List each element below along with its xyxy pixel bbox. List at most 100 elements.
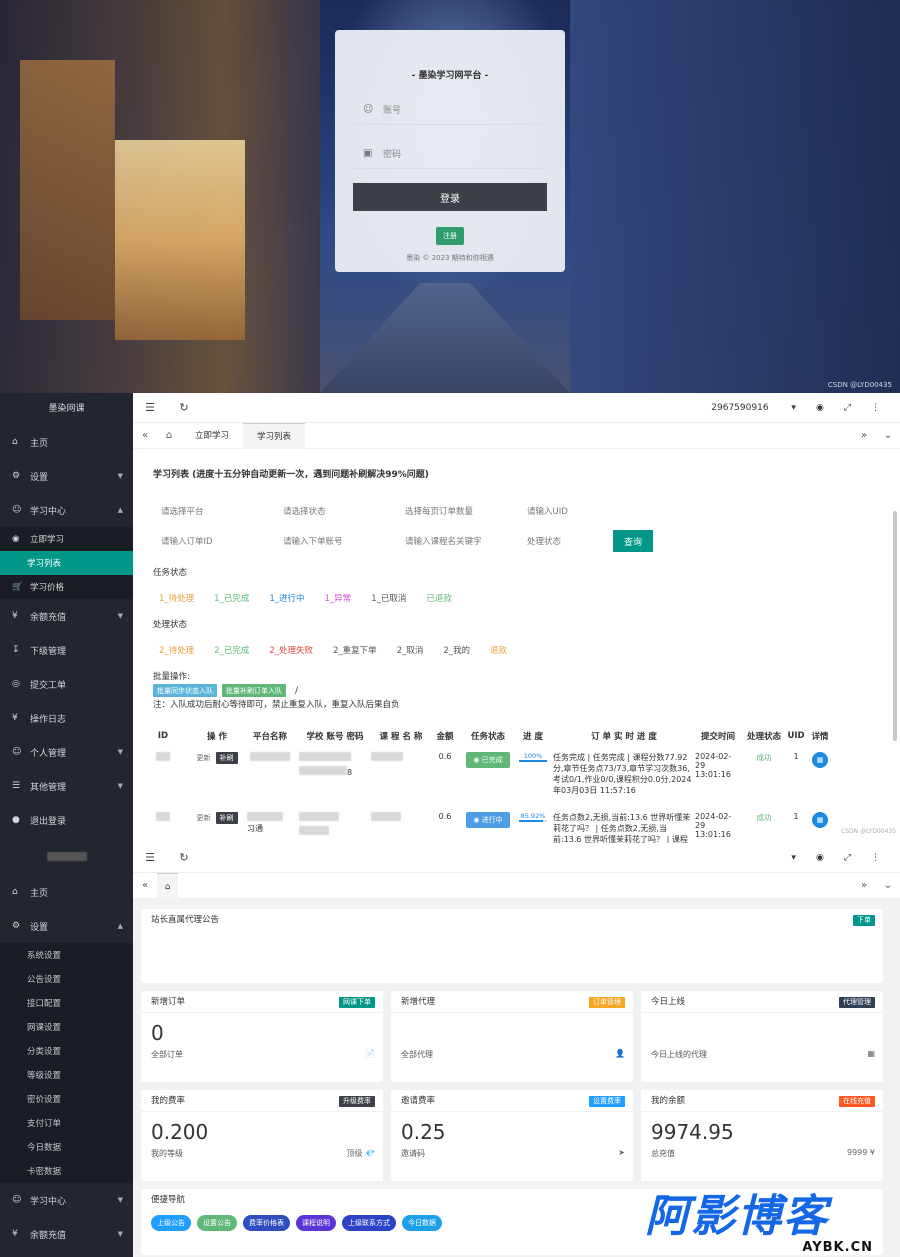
sidebar-item-home[interactable]: ⌂ 主页 (0, 425, 133, 459)
refresh-icon[interactable]: ↻ (167, 851, 201, 864)
sidebar-subitem-setting[interactable]: 接口配置 (0, 991, 133, 1015)
tab-study-list[interactable]: 学习列表 (243, 422, 306, 449)
sidebar-subitem-setting[interactable]: 网课设置 (0, 1015, 133, 1039)
tab-study-now[interactable]: 立即学习 (181, 423, 243, 449)
stat-card-badge[interactable]: 设置费率 (589, 1096, 625, 1107)
sidebar-item-logout[interactable]: ● 退出登录 (0, 803, 133, 837)
update-link[interactable]: 更新 (197, 814, 211, 822)
refresh-button[interactable]: 补刷 (215, 812, 238, 824)
stat-card-badge[interactable]: 订单管理 (589, 997, 625, 1008)
sidebar-subitem-setting[interactable]: 等级设置 (0, 1063, 133, 1087)
password-field[interactable]: ▣ 密码 (353, 139, 547, 169)
uid-input[interactable]: 请输入UID (519, 505, 641, 517)
scrollbar[interactable] (893, 511, 897, 741)
tabs-menu-icon[interactable]: ⌄ (876, 880, 900, 891)
process-chip[interactable]: 2_取消 (397, 644, 424, 656)
fullscreen-icon[interactable]: ⤢ (844, 853, 851, 863)
sidebar-subitem-setting[interactable]: 系统设置 (0, 943, 133, 967)
sidebar-subitem-setting[interactable]: 分类设置 (0, 1039, 133, 1063)
process-chip[interactable]: 2_我的 (443, 644, 470, 656)
quick-nav-button[interactable]: 费率价格表 (243, 1215, 290, 1231)
sidebar-item-recharge[interactable]: ¥ 余额充值 ▼ (0, 1217, 133, 1251)
fullscreen-icon[interactable]: ⤢ (844, 403, 851, 413)
quick-nav-button[interactable]: 上级公告 (151, 1215, 191, 1231)
theme-icon[interactable]: ◉ (816, 403, 824, 413)
user-dropdown-icon[interactable]: ▾ (791, 853, 796, 863)
stat-card-icon: ▦ (867, 1049, 875, 1058)
update-link[interactable]: 更新 (197, 754, 211, 762)
task-chip[interactable]: 1_待处理 (159, 592, 194, 604)
menu-toggle-icon[interactable]: ☰ (133, 401, 167, 414)
process-chip[interactable]: 2_处理失败 (269, 644, 313, 656)
tabs-right-icon[interactable]: » (852, 880, 876, 891)
task-chip[interactable]: 已退款 (426, 592, 452, 604)
sidebar-subitem-setting[interactable]: 支付订单 (0, 1111, 133, 1135)
quick-nav-button[interactable]: 课程说明 (296, 1215, 336, 1231)
home-tab-icon[interactable]: ⌂ (157, 430, 181, 441)
sidebar-item-other[interactable]: ☰ 其他管理 ▼ (0, 769, 133, 803)
more-icon[interactable]: ⋮ (871, 853, 880, 863)
tabs-right-icon[interactable]: » (852, 430, 876, 441)
page-size-select[interactable]: 选择每页订单数量 (397, 505, 519, 517)
stat-card-badge[interactable]: 代理管理 (839, 997, 875, 1008)
sidebar-item-study-center[interactable]: ☺ 学习中心 ▲ (0, 493, 133, 527)
grid-icon[interactable]: ▦ (812, 812, 828, 828)
more-icon[interactable]: ⋮ (871, 403, 880, 413)
task-chip[interactable]: 1_已取消 (371, 592, 406, 604)
process-status-select[interactable]: 处理状态 (519, 535, 599, 547)
order-badge[interactable]: 下单 (853, 915, 875, 926)
sidebar-subitem-setting[interactable]: 卡密数据 (0, 1159, 133, 1183)
sidebar-item-home[interactable]: ⌂ 主页 (0, 875, 133, 909)
batch-sync-button[interactable]: 批量同步状态入队 (153, 684, 217, 697)
sidebar-subitem-study-price[interactable]: 🛒 学习价格 (0, 575, 133, 599)
tabs-left-icon[interactable]: « (133, 430, 157, 441)
quick-nav-button[interactable]: 上级联系方式 (342, 1215, 396, 1231)
stat-card-badge[interactable]: 升级费率 (339, 1096, 375, 1107)
account-input[interactable]: 请输入下单账号 (275, 535, 397, 547)
tabs-left-icon[interactable]: « (133, 880, 157, 891)
task-chip[interactable]: 1_异常 (325, 592, 352, 604)
progress-text: 100% (523, 752, 543, 760)
sidebar-item-recharge[interactable]: ¥ 余额充值 ▼ (0, 599, 133, 633)
tabs-menu-icon[interactable]: ⌄ (876, 430, 900, 441)
sidebar-item-study-center[interactable]: ☺ 学习中心 ▼ (0, 1183, 133, 1217)
stat-card-title: 我的余额 在线充值 (641, 1090, 883, 1112)
user-id[interactable]: 2967590916 ▾ (711, 403, 796, 413)
sidebar-item-settings[interactable]: ⚙ 设置 ▼ (0, 459, 133, 493)
account-field[interactable]: ☺ 账号 (353, 95, 547, 125)
process-chip[interactable]: 退款 (490, 644, 507, 656)
task-chip[interactable]: 1_进行中 (269, 592, 304, 604)
sidebar-item-personal[interactable]: ☺ 个人管理 ▼ (0, 735, 133, 769)
home-tab-icon[interactable]: ⌂ (157, 872, 179, 899)
register-button[interactable]: 注册 (436, 227, 464, 245)
task-chip[interactable]: 1_已完成 (214, 592, 249, 604)
stat-card-badge[interactable]: 网课下单 (339, 997, 375, 1008)
process-chip[interactable]: 2_重复下单 (333, 644, 377, 656)
sidebar-subitem-study-now[interactable]: ◉ 立即学习 (0, 527, 133, 551)
batch-refresh-button[interactable]: 批量补刷订单入队 (222, 684, 286, 697)
quick-nav-button[interactable]: 设置公告 (197, 1215, 237, 1231)
quick-nav-button[interactable]: 今日数据 (402, 1215, 442, 1231)
menu-toggle-icon[interactable]: ☰ (133, 851, 167, 864)
sidebar-item-subordinate[interactable]: ↧ 下级管理 (0, 633, 133, 667)
refresh-icon[interactable]: ↻ (167, 401, 201, 414)
sidebar-item-log[interactable]: ¥ 操作日志 (0, 701, 133, 735)
sidebar-subitem-setting[interactable]: 今日数据 (0, 1135, 133, 1159)
process-chip[interactable]: 2_已完成 (214, 644, 249, 656)
sidebar-item-settings[interactable]: ⚙ 设置 ▲ (0, 909, 133, 943)
status-select[interactable]: 请选择状态 (275, 505, 397, 517)
order-id-input[interactable]: 请输入订单ID (153, 535, 275, 547)
sidebar-subitem-study-list[interactable]: 学习列表 (0, 551, 133, 575)
sidebar-subitem-setting[interactable]: 密价设置 (0, 1087, 133, 1111)
grid-icon[interactable]: ▦ (812, 752, 828, 768)
platform-select[interactable]: 请选择平台 (153, 505, 275, 517)
refresh-button[interactable]: 补刷 (215, 752, 238, 764)
course-keyword-input[interactable]: 请输入课程名关键字 (397, 535, 519, 547)
process-chip[interactable]: 2_待处理 (159, 644, 194, 656)
stat-card-badge[interactable]: 在线充值 (839, 1096, 875, 1107)
query-button[interactable]: 查询 (613, 530, 653, 552)
theme-icon[interactable]: ◉ (816, 853, 824, 863)
login-button[interactable]: 登录 (353, 183, 547, 211)
sidebar-subitem-setting[interactable]: 公告设置 (0, 967, 133, 991)
sidebar-item-ticket[interactable]: ◎ 提交工单 (0, 667, 133, 701)
